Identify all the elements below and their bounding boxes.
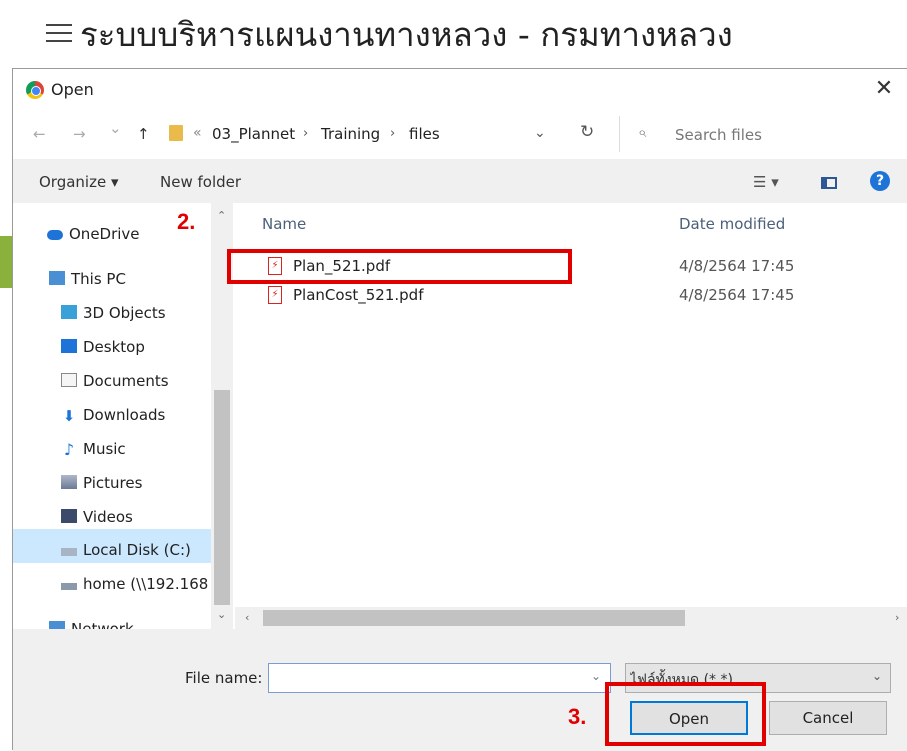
sidebar-item-videos[interactable]: Videos: [61, 508, 133, 526]
step-2-label: 2.: [177, 209, 196, 234]
sidebar-item-home-network-drive[interactable]: home (\\192.168: [61, 575, 208, 593]
recent-locations-icon[interactable]: ⌄: [109, 119, 122, 137]
cancel-button[interactable]: Cancel: [769, 701, 887, 735]
help-icon[interactable]: ?: [870, 171, 890, 191]
scroll-down-icon[interactable]: ⌄: [217, 608, 226, 621]
open-file-dialog: Open ✕ ← → ⌄ ↑ « 03_Plannet › Training ›…: [12, 68, 907, 751]
sidebar-item-music[interactable]: ♪ Music: [61, 440, 126, 459]
sidebar-item-desktop[interactable]: Desktop: [61, 338, 145, 356]
file-date: 4/8/2564 17:45: [679, 286, 795, 304]
organize-button[interactable]: Organize ▾: [39, 173, 119, 191]
step-3-highlight-box: [605, 682, 766, 746]
download-icon: ⬇: [62, 407, 76, 425]
column-header-date-modified[interactable]: Date modified: [679, 215, 785, 233]
sidebar-item-onedrive[interactable]: OneDrive: [47, 225, 140, 243]
hamburger-menu-icon[interactable]: [46, 18, 72, 44]
dialog-titlebar: Open ✕: [13, 69, 907, 109]
command-toolbar: Organize ▾ New folder ☰ ▾ ?: [13, 159, 907, 203]
file-name: PlanCost_521.pdf: [293, 286, 424, 304]
column-header-name[interactable]: Name: [262, 215, 306, 233]
video-icon: [61, 509, 77, 523]
sidebar-scroll-thumb[interactable]: [214, 390, 230, 605]
new-folder-button[interactable]: New folder: [160, 173, 241, 191]
folder-icon: [169, 125, 183, 141]
sidebar-item-documents[interactable]: Documents: [61, 372, 169, 390]
network-drive-icon: [61, 583, 77, 590]
cloud-icon: [47, 230, 63, 240]
computer-icon: [49, 271, 65, 285]
sidebar-item-downloads[interactable]: ⬇ Downloads: [61, 406, 166, 425]
preview-pane-icon[interactable]: [821, 177, 837, 189]
search-icon: ⌕: [638, 123, 647, 141]
view-options-icon[interactable]: ☰ ▾: [753, 173, 779, 191]
dialog-footer: File name: ⌄ ไฟล์ทั้งหมด (*.*) ⌄ Open Ca…: [13, 629, 907, 751]
file-name-label: File name:: [185, 669, 263, 687]
address-dropdown-icon[interactable]: ⌄: [534, 125, 546, 141]
sidebar-item-this-pc[interactable]: This PC: [49, 270, 126, 288]
navigation-bar: ← → ⌄ ↑ « 03_Plannet › Training › files …: [13, 109, 907, 159]
music-icon: ♪: [63, 440, 75, 459]
page-header: ระบบบริหารแผนงานทางหลวง - กรมทางหลวง: [0, 0, 907, 68]
sidebar-item-local-disk[interactable]: Local Disk (C:): [61, 541, 191, 559]
breadcrumb-overflow[interactable]: «: [193, 125, 202, 141]
sidebar-item-3d-objects[interactable]: 3D Objects: [61, 304, 166, 322]
sidebar-item-pictures[interactable]: Pictures: [61, 474, 142, 492]
breadcrumb-item[interactable]: Training: [321, 125, 380, 143]
file-date: 4/8/2564 17:45: [679, 257, 795, 275]
file-type-value: ไฟล์ทั้งหมด (*.*): [630, 672, 733, 683]
chevron-down-icon: ⌄: [871, 669, 882, 683]
forward-arrow-icon[interactable]: →: [73, 125, 86, 143]
navigation-pane: OneDrive This PC 3D Objects Desktop Docu…: [13, 203, 235, 673]
breadcrumb-item[interactable]: 03_Plannet: [212, 125, 295, 143]
address-bar[interactable]: « 03_Plannet › Training › files ⌄: [166, 117, 586, 151]
scroll-up-icon[interactable]: ⌃: [217, 209, 226, 222]
search-placeholder: Search files: [675, 126, 762, 144]
horizontal-scroll-thumb[interactable]: [263, 610, 685, 626]
scroll-right-icon[interactable]: ›: [895, 611, 899, 624]
horizontal-scrollbar[interactable]: ‹ ›: [235, 607, 907, 629]
breadcrumb-separator[interactable]: ›: [303, 126, 308, 141]
file-row[interactable]: ⚡ PlanCost_521.pdf 4/8/2564 17:45: [263, 284, 903, 310]
search-input[interactable]: ⌕ Search files: [619, 116, 907, 152]
document-icon: [61, 373, 77, 387]
close-button[interactable]: ✕: [870, 75, 898, 103]
cube-icon: [61, 305, 77, 319]
picture-icon: [61, 475, 77, 489]
dialog-title: Open: [51, 80, 94, 99]
file-name-input[interactable]: [268, 663, 611, 693]
chrome-icon: [26, 81, 44, 99]
page-title: ระบบบริหารแผนงานทางหลวง - กรมทางหลวง: [80, 15, 733, 54]
scroll-left-icon[interactable]: ‹: [245, 611, 249, 624]
pdf-file-icon: ⚡: [268, 286, 282, 304]
background-accent-bar: [0, 236, 12, 288]
drive-icon: [61, 548, 77, 556]
desktop-icon: [61, 339, 77, 353]
back-arrow-icon[interactable]: ←: [33, 125, 46, 143]
breadcrumb-separator[interactable]: ›: [390, 126, 395, 141]
step-3-label: 3.: [568, 704, 587, 729]
file-name-dropdown-icon[interactable]: ⌄: [591, 669, 601, 683]
breadcrumb-item[interactable]: files: [409, 125, 440, 143]
refresh-icon[interactable]: ↻: [580, 122, 594, 142]
step-2-highlight-box: [227, 249, 572, 284]
up-arrow-icon[interactable]: ↑: [137, 125, 150, 143]
